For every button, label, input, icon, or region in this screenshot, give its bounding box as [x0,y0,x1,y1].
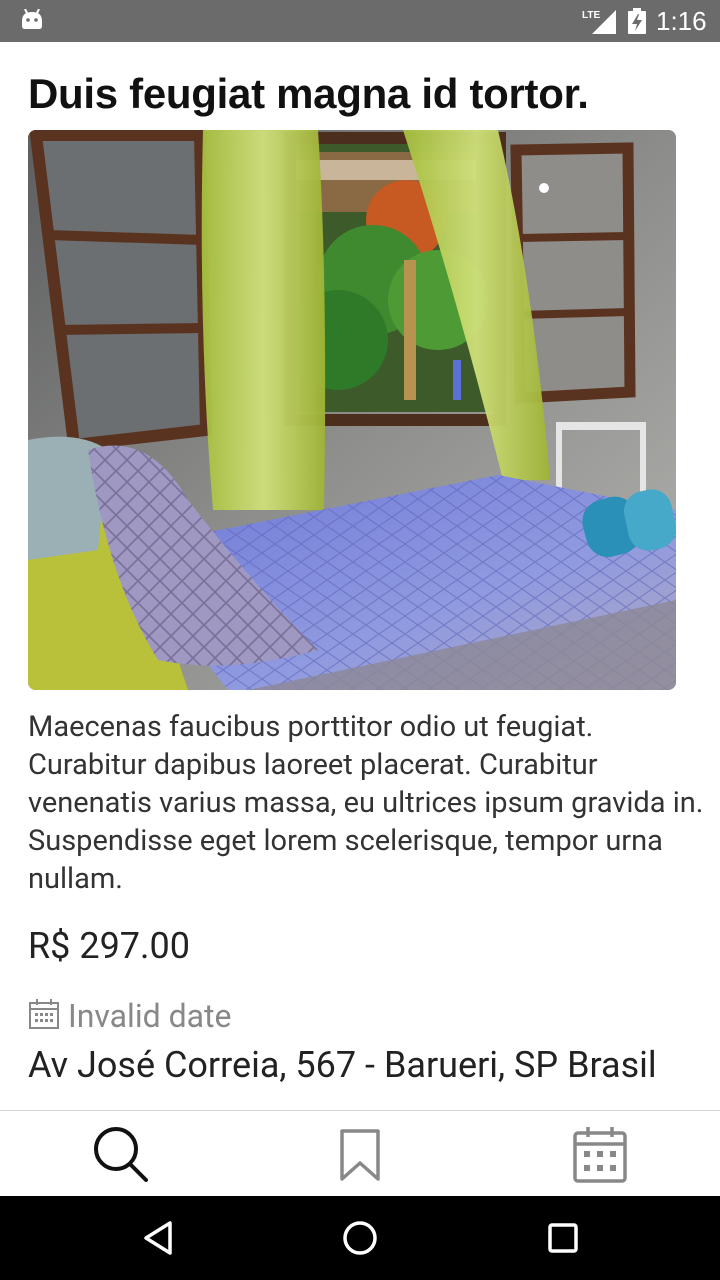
lte-signal-icon: LTE [582,10,616,34]
date-label: Invalid date [68,997,232,1035]
listing-description: Maecenas faucibus porttitor odio ut feug… [28,710,704,896]
calendar-small-icon [29,999,59,1029]
clock: 1:16 [656,6,707,36]
bedroom-photo [28,130,676,690]
back-button[interactable] [138,1217,180,1259]
listing-photo[interactable] [28,130,676,690]
recents-icon [548,1223,578,1253]
android-icon [22,9,42,29]
back-icon [144,1221,172,1255]
network-label: LTE [582,10,600,21]
home-button[interactable] [339,1217,381,1259]
battery-charging-icon [628,8,646,34]
recents-button[interactable] [542,1217,584,1259]
listing-detail[interactable]: Duis feugiat magna id tortor. Maecenas f… [0,42,720,1110]
bookmark-icon [340,1129,380,1181]
calendar-icon [573,1127,627,1183]
nav-saved-button[interactable] [330,1125,390,1185]
search-icon [94,1127,148,1182]
bottom-navigation [0,1110,720,1197]
listing-title: Duis feugiat magna id tortor. [28,70,589,117]
nav-search-button[interactable] [90,1125,150,1185]
system-navigation-bar [0,1196,720,1280]
listing-price: R$ 297.00 [28,925,190,967]
status-bar: LTE 1:16 [0,0,720,42]
home-icon [343,1221,377,1255]
listing-address: Av José Correia, 567 - Barueri, SP Brasi… [28,1044,657,1086]
nav-calendar-button[interactable] [570,1125,630,1185]
